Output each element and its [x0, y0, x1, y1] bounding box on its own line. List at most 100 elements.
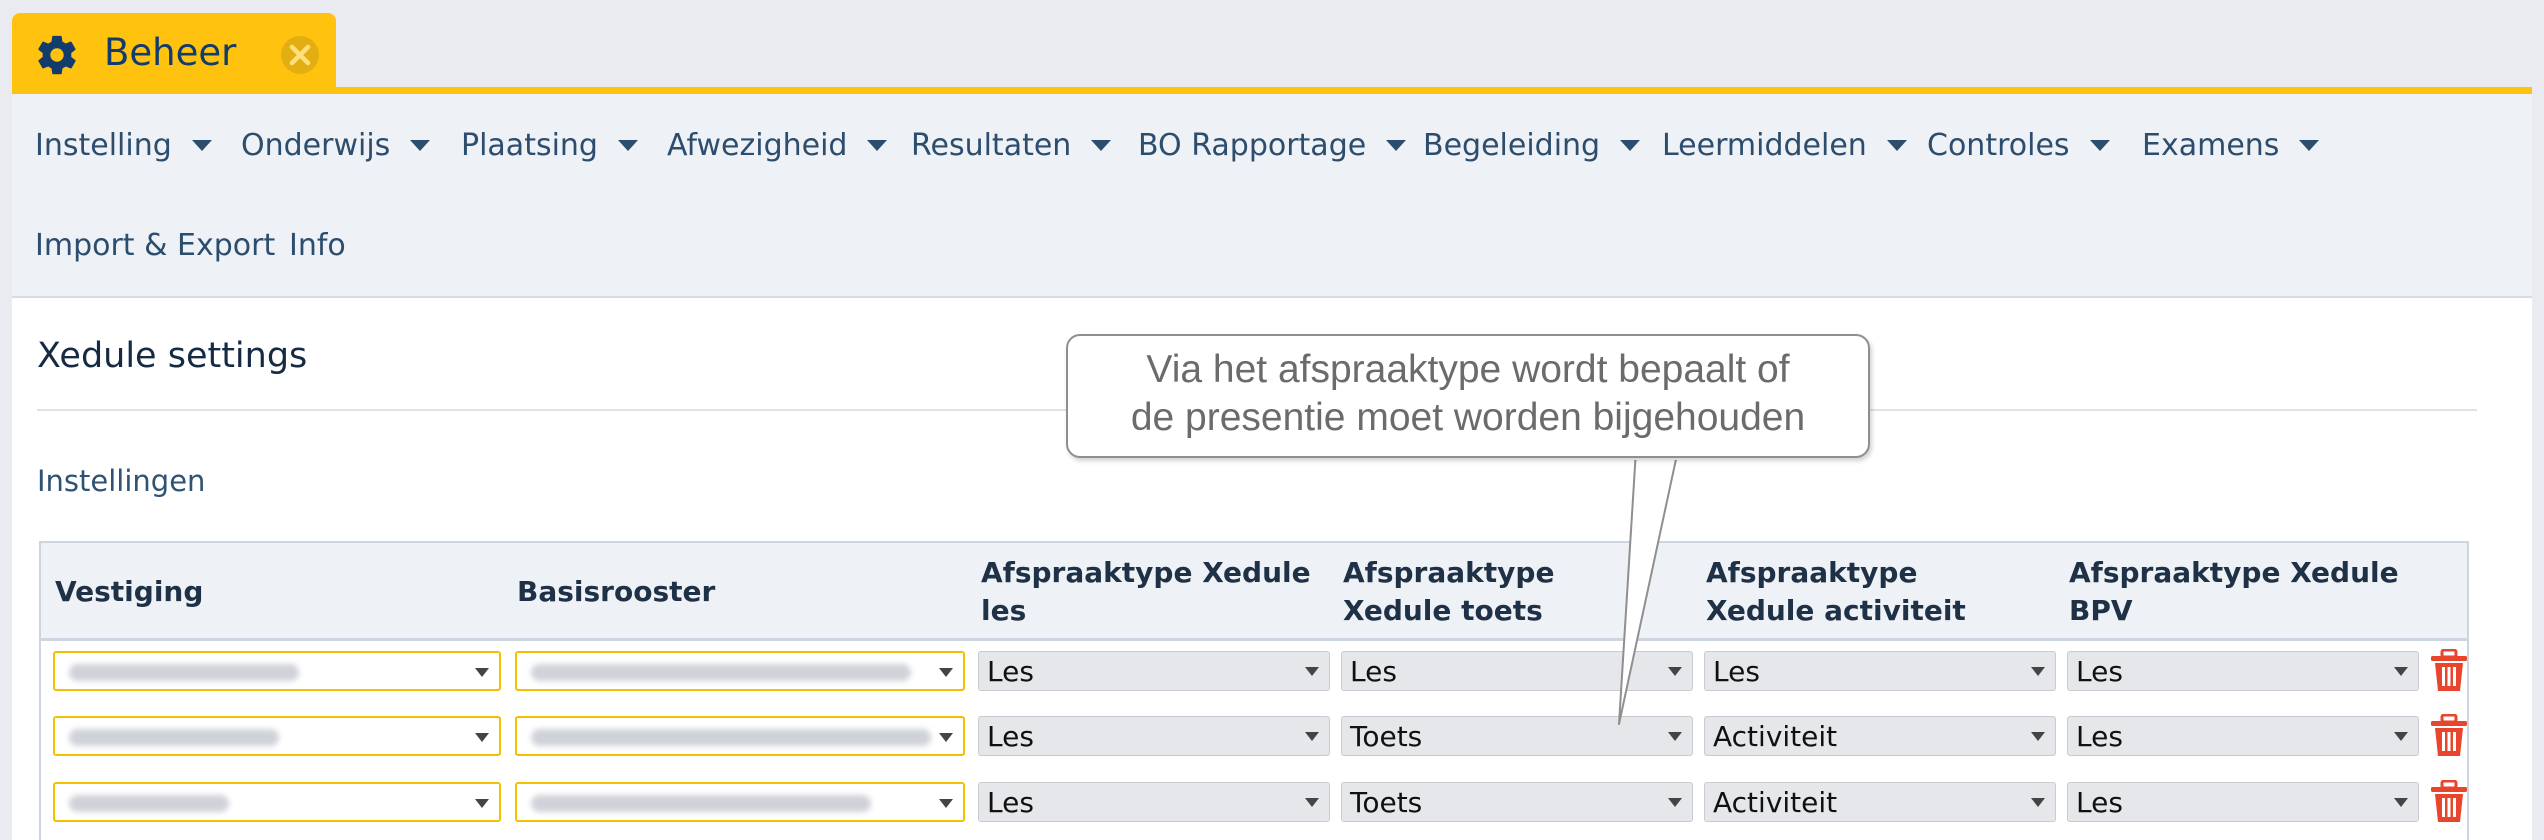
chevron-down-icon	[1668, 798, 1682, 807]
menu-item-examens[interactable]: Examens	[2142, 128, 2320, 163]
vestiging-select[interactable]	[53, 716, 501, 756]
trash-icon[interactable]	[2429, 714, 2469, 758]
chevron-down-icon	[475, 799, 489, 808]
select-value: Toets	[1350, 719, 1423, 753]
afspraaktype-toets-select[interactable]: Toets	[1341, 782, 1693, 822]
menu-item-label: Afwezigheid	[667, 128, 848, 163]
select-value: Activiteit	[1713, 785, 1838, 819]
menu-item-label: Info	[289, 228, 346, 263]
chevron-down-icon	[1305, 667, 1319, 676]
menu-item-info[interactable]: Info	[289, 228, 346, 263]
chevron-down-icon	[1305, 798, 1319, 807]
chevron-down-icon	[939, 668, 953, 677]
menu-item-import-export[interactable]: Import & Export	[35, 228, 275, 263]
afspraaktype-bpv-select[interactable]: Les	[2067, 716, 2419, 756]
section-title: Instellingen	[37, 464, 206, 498]
menu-item-label: Examens	[2142, 128, 2280, 163]
chevron-down-icon	[1305, 732, 1319, 741]
trash-icon[interactable]	[2429, 780, 2469, 824]
vestiging-select[interactable]	[53, 782, 501, 822]
select-value: Toets	[1350, 785, 1423, 819]
select-value: Les	[987, 654, 1034, 688]
afspraaktype-activiteit-select[interactable]: Activiteit	[1704, 782, 2056, 822]
select-value: Les	[1713, 654, 1760, 688]
tab-bar: Beheer	[0, 0, 2544, 94]
afspraaktype-bpv-select[interactable]: Les	[2067, 782, 2419, 822]
menu-item-label: Plaatsing	[461, 128, 598, 163]
chevron-down-icon	[2031, 732, 2045, 741]
chevron-down-icon	[1668, 732, 1682, 741]
menu-item-onderwijs[interactable]: Onderwijs	[241, 128, 431, 163]
menu-item-label: BO Rapportage	[1138, 128, 1367, 163]
select-value: Les	[2076, 785, 2123, 819]
callout-annotation: Via het afspraaktype wordt bepaalt of de…	[1066, 334, 1870, 458]
tab-label: Beheer	[104, 31, 237, 74]
gear-icon	[38, 35, 76, 75]
menu-item-label: Instelling	[35, 128, 172, 163]
basisrooster-select[interactable]	[515, 651, 965, 691]
caret-down-icon	[1886, 140, 1907, 151]
select-value: Les	[1350, 654, 1397, 688]
menu-item-plaatsing[interactable]: Plaatsing	[461, 128, 638, 163]
afspraaktype-bpv-select[interactable]: Les	[2067, 651, 2419, 691]
afspraaktype-les-select[interactable]: Les	[978, 651, 1330, 691]
chevron-down-icon	[475, 733, 489, 742]
caret-down-icon	[617, 140, 638, 151]
select-value: Les	[2076, 654, 2123, 688]
chevron-down-icon	[939, 733, 953, 742]
caret-down-icon	[1386, 140, 1407, 151]
menu-item-label: Onderwijs	[241, 128, 391, 163]
table-header: Vestiging Basisrooster Afspraaktype Xedu…	[41, 543, 2467, 641]
caret-down-icon	[867, 140, 888, 151]
caret-down-icon	[191, 140, 212, 151]
vestiging-select[interactable]	[53, 651, 501, 691]
menu-item-label: Begeleiding	[1423, 128, 1601, 163]
menu-item-label: Resultaten	[911, 128, 1072, 163]
column-header-basisrooster: Basisrooster	[517, 575, 716, 608]
chevron-down-icon	[2031, 798, 2045, 807]
caret-down-icon	[1620, 140, 1641, 151]
menu-item-bo-rapportage[interactable]: BO Rapportage	[1138, 128, 1407, 163]
page-title: Xedule settings	[37, 336, 308, 376]
settings-table: Vestiging Basisrooster Afspraaktype Xedu…	[39, 541, 2469, 840]
basisrooster-select[interactable]	[515, 716, 965, 756]
select-value: Les	[987, 785, 1034, 819]
menu-item-resultaten[interactable]: Resultaten	[911, 128, 1112, 163]
caret-down-icon	[1091, 140, 1112, 151]
caret-down-icon	[2089, 140, 2110, 151]
afspraaktype-activiteit-select[interactable]: Activiteit	[1704, 716, 2056, 756]
menu-item-label: Leermiddelen	[1662, 128, 1867, 163]
basisrooster-select[interactable]	[515, 782, 965, 822]
callout-pointer	[1618, 450, 1680, 725]
chevron-down-icon	[2394, 667, 2408, 676]
tab-underline	[12, 87, 2532, 94]
menu-item-label: Import & Export	[35, 228, 276, 263]
select-value: Activiteit	[1713, 719, 1838, 753]
chevron-down-icon	[2394, 798, 2408, 807]
tab-beheer[interactable]: Beheer	[12, 13, 336, 93]
callout-line-2: de presentie moet worden bijgehouden	[1130, 396, 1806, 439]
menu-item-instelling[interactable]: Instelling	[35, 128, 212, 163]
callout-line-1: Via het afspraaktype wordt bepaalt of	[1146, 348, 1790, 391]
chevron-down-icon	[475, 668, 489, 677]
chevron-down-icon	[2031, 667, 2045, 676]
column-header-vestiging: Vestiging	[55, 575, 204, 608]
select-value: Les	[2076, 719, 2123, 753]
afspraaktype-les-select[interactable]: Les	[978, 782, 1330, 822]
column-header-bpv: Afspraaktype Xedule BPV	[2069, 556, 2399, 627]
menu-item-leermiddelen[interactable]: Leermiddelen	[1662, 128, 1907, 163]
menu-item-afwezigheid[interactable]: Afwezigheid	[667, 128, 888, 163]
trash-icon[interactable]	[2429, 649, 2469, 693]
menu-item-begeleiding[interactable]: Begeleiding	[1423, 128, 1641, 163]
column-header-les: Afspraaktype Xedule les	[981, 556, 1311, 627]
menu-item-controles[interactable]: Controles	[1927, 128, 2110, 163]
close-icon[interactable]	[278, 33, 322, 77]
select-value: Les	[987, 719, 1034, 753]
caret-down-icon	[410, 140, 431, 151]
chevron-down-icon	[2394, 732, 2408, 741]
chevron-down-icon	[939, 799, 953, 808]
afspraaktype-activiteit-select[interactable]: Les	[1704, 651, 2056, 691]
main-menu: Instelling Onderwijs Plaatsing Afwezighe…	[12, 94, 2532, 298]
afspraaktype-les-select[interactable]: Les	[978, 716, 1330, 756]
menu-item-label: Controles	[1927, 128, 2070, 163]
